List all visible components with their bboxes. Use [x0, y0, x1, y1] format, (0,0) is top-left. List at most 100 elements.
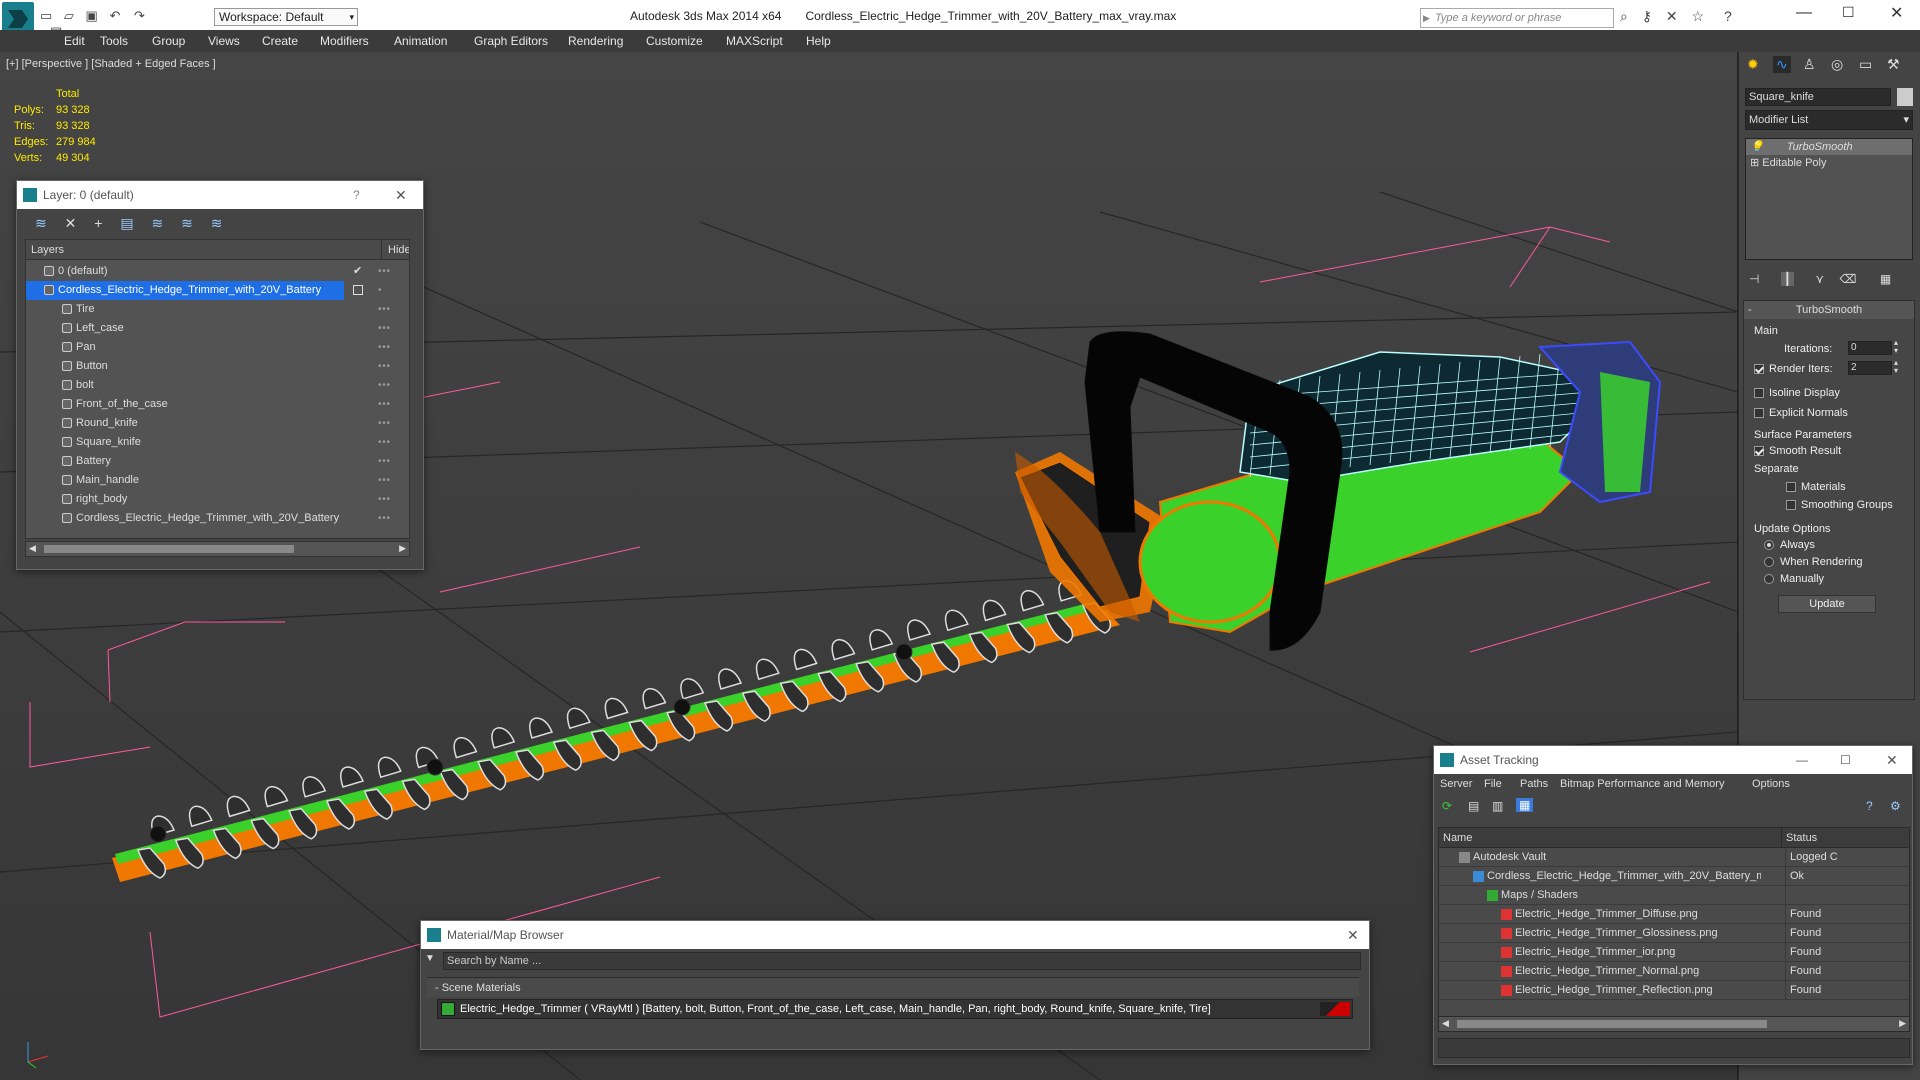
manually-radio[interactable] [1764, 574, 1774, 585]
hide-toggle[interactable]: • • • [378, 300, 390, 319]
layer-object-row[interactable]: Tire • • • [26, 300, 409, 319]
when-rendering-row[interactable]: When Rendering [1764, 556, 1863, 568]
list-view-icon[interactable]: ▤ [1468, 799, 1479, 813]
create-tab-icon[interactable]: ✹ [1747, 56, 1759, 73]
remove-modifier-icon[interactable]: ⌫ [1840, 272, 1857, 286]
render-iters-checkbox[interactable] [1754, 364, 1764, 375]
object-color-swatch[interactable] [1897, 88, 1913, 106]
binoculars-icon[interactable]: ⌕ [1620, 8, 1628, 24]
menu-modifiers[interactable]: Modifiers [320, 34, 369, 48]
stack-item-turbosmooth[interactable]: 💡 TurboSmooth [1746, 139, 1912, 155]
layer-object-row[interactable]: Button • • • [26, 357, 409, 376]
close-button[interactable]: ✕ [1890, 3, 1903, 23]
menu-customize[interactable]: Customize [646, 34, 703, 48]
asset-menu-server[interactable]: Server [1440, 778, 1472, 790]
when-rendering-radio[interactable] [1764, 557, 1774, 568]
detail-view-icon[interactable]: ▥ [1492, 799, 1503, 813]
minimize-button[interactable]: — [1796, 4, 1812, 22]
make-unique-icon[interactable]: ⋎ [1815, 272, 1824, 286]
smooth-result-checkbox[interactable] [1754, 446, 1764, 457]
spinner-arrows-icon[interactable]: ▴ ▾ [1894, 359, 1898, 375]
set-current-layer-box[interactable] [353, 285, 363, 295]
menu-maxscript[interactable]: MAXScript [726, 34, 783, 48]
hide-toggle[interactable]: • • • [378, 357, 390, 376]
iterations-spinner[interactable]: 0 [1848, 341, 1892, 355]
hide-toggle[interactable]: • • • [378, 338, 390, 357]
asset-menu-bitmap-performance-and-memory[interactable]: Bitmap Performance and Memory [1560, 778, 1724, 790]
materials-row[interactable]: Materials [1786, 481, 1846, 493]
settings-icon[interactable]: ⚙ [1890, 799, 1901, 813]
menu-rendering[interactable]: Rendering [568, 34, 623, 48]
select-layer-icon[interactable]: ▤ [120, 215, 133, 231]
layer-object-row[interactable]: Pan • • • [26, 338, 409, 357]
maximize-button[interactable]: ☐ [1842, 4, 1855, 21]
layer-object-row[interactable]: Front_of_the_case • • • [26, 395, 409, 414]
asset-menu-paths[interactable]: Paths [1520, 778, 1548, 790]
hierarchy-tab-icon[interactable]: ♙ [1803, 56, 1816, 73]
show-end-result-icon[interactable]: ┃ [1780, 272, 1795, 286]
help-icon[interactable]: ? [1866, 799, 1873, 813]
smoothing-groups-row[interactable]: Smoothing Groups [1786, 499, 1893, 511]
rollout-header[interactable]: - TurboSmooth [1744, 301, 1914, 319]
menu-tools[interactable]: Tools [100, 34, 128, 48]
maximize-button[interactable]: ☐ [1840, 746, 1851, 774]
asset-row[interactable]: Autodesk Vault Logged C [1439, 848, 1909, 867]
expand-icon[interactable]: ⊞ [1750, 157, 1759, 169]
star-icon[interactable]: ☆ [1692, 8, 1705, 24]
isoline-display-row[interactable]: Isoline Display [1754, 387, 1840, 399]
smooth-result-row[interactable]: Smooth Result [1754, 445, 1841, 457]
utilities-tab-icon[interactable]: ⚒ [1887, 56, 1900, 73]
materials-checkbox[interactable] [1786, 482, 1796, 493]
isoline-checkbox[interactable] [1754, 388, 1764, 399]
layer-row[interactable]: 0 (default) ✔ • • • [26, 262, 409, 281]
menu-group[interactable]: Group [152, 34, 185, 48]
always-row[interactable]: Always [1764, 539, 1815, 551]
motion-tab-icon[interactable]: ◎ [1831, 56, 1843, 73]
hide-toggle[interactable]: • • • [378, 471, 390, 490]
open-file-icon[interactable]: ▱ [64, 8, 74, 23]
pin-stack-icon[interactable]: ⊣ [1749, 272, 1759, 286]
minimize-button[interactable]: — [1796, 746, 1808, 774]
column-layers[interactable]: Layers [31, 240, 64, 260]
asset-row[interactable]: Electric_Hedge_Trimmer_Glossiness.png Fou… [1439, 924, 1909, 943]
search-box[interactable]: ▶ Type a keyword or phrase [1420, 8, 1614, 28]
highlight-layer-icon[interactable]: ≋ [151, 215, 163, 231]
freeze-all-icon[interactable]: ≋ [211, 215, 223, 231]
hide-toggle[interactable]: • • • [378, 452, 390, 471]
render-iters-spinner[interactable]: 2 [1848, 361, 1892, 375]
key-icon[interactable]: ⚷ [1642, 8, 1652, 24]
spinner-arrows-icon[interactable]: ▴ ▾ [1894, 339, 1898, 355]
always-radio[interactable] [1764, 540, 1774, 551]
asset-row[interactable]: Electric_Hedge_Trimmer_ior.png Found [1439, 943, 1909, 962]
hide-toggle[interactable]: • • • [378, 262, 390, 281]
update-button[interactable]: Update [1778, 595, 1876, 613]
hide-all-icon[interactable]: ≋ [181, 215, 193, 231]
layer-object-row[interactable]: Battery • • • [26, 452, 409, 471]
asset-tracking-titlebar[interactable]: Asset Tracking — ☐ ✕ [1434, 746, 1912, 774]
scene-materials-group[interactable]: - Scene Materials [427, 977, 1359, 997]
layer-object-row[interactable]: right_body • • • [26, 490, 409, 509]
column-name[interactable]: Name [1443, 828, 1472, 848]
scroll-right-icon[interactable]: ▶ [1899, 1018, 1906, 1029]
create-layer-icon[interactable]: ≋ [35, 215, 47, 231]
scroll-left-icon[interactable]: ◀ [29, 543, 36, 554]
hide-toggle[interactable]: • • • [378, 509, 390, 528]
tools-icon[interactable]: ✕ [1666, 8, 1678, 24]
manually-row[interactable]: Manually [1764, 573, 1824, 585]
layer-hscrollbar[interactable]: ◀ ▶ [25, 541, 410, 557]
smoothing-groups-checkbox[interactable] [1786, 500, 1796, 511]
hide-toggle[interactable]: • • • [378, 319, 390, 338]
material-browser-titlebar[interactable]: Material/Map Browser ✕ [421, 921, 1369, 949]
menu-animation[interactable]: Animation [394, 34, 447, 48]
asset-row[interactable]: Cordless_Electric_Hedge_Trimmer_with_20V… [1439, 867, 1909, 886]
undo-icon[interactable]: ↶ [109, 8, 120, 23]
layer-object-row[interactable]: Square_knife • • • [26, 433, 409, 452]
current-layer-check-icon[interactable]: ✔ [353, 262, 362, 281]
workspace-dropdown[interactable]: Workspace: Default ▾ [214, 8, 358, 26]
layer-object-row[interactable]: Main_handle • • • [26, 471, 409, 490]
hide-toggle[interactable]: • • • [378, 433, 390, 452]
close-icon[interactable]: ✕ [395, 181, 407, 209]
asset-row[interactable]: Electric_Hedge_Trimmer_Normal.png Found [1439, 962, 1909, 981]
layer-window-titlebar[interactable]: Layer: 0 (default) ? ✕ [17, 181, 423, 209]
material-search-input[interactable]: Search by Name ... [443, 952, 1361, 970]
